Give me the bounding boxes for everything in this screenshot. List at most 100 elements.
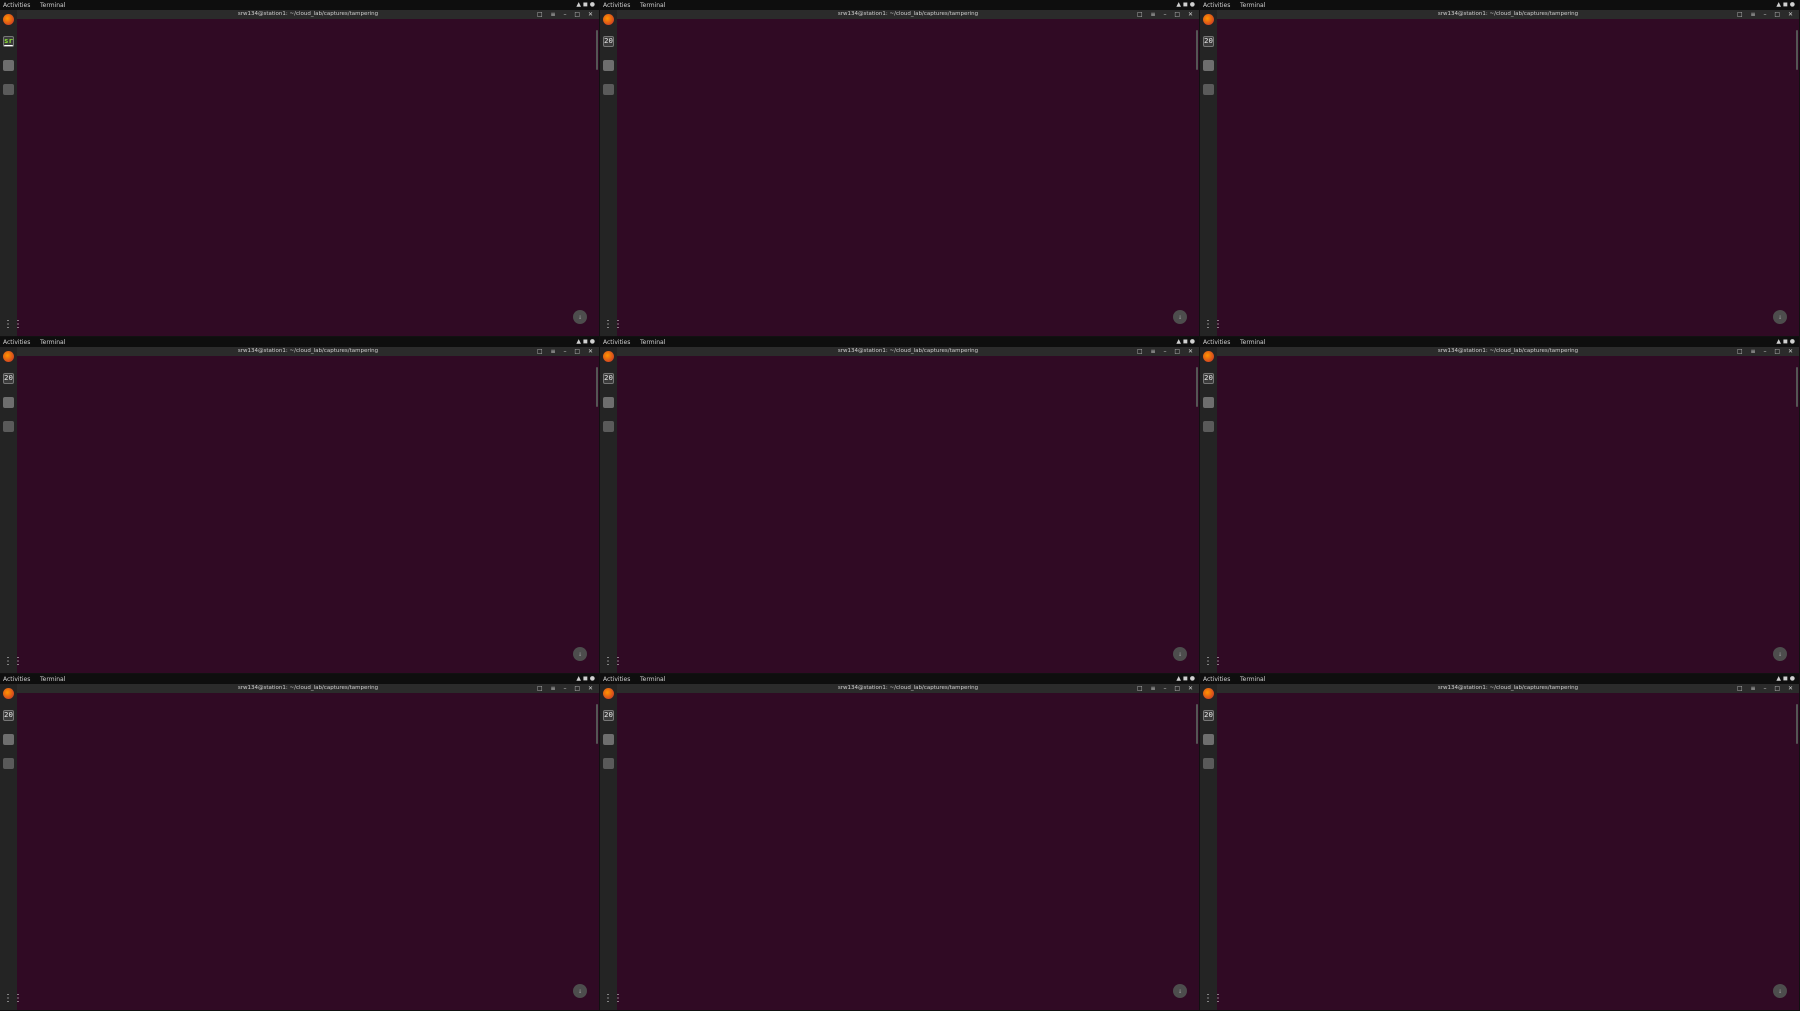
files-icon[interactable] [603,60,614,71]
scrollbar[interactable] [1196,704,1198,744]
trash-icon[interactable] [1203,758,1214,769]
terminal-output[interactable] [1218,358,1793,673]
terminal-output[interactable] [18,358,593,673]
scroll-down-icon[interactable]: ↓ [1173,310,1187,324]
system-tray-icon[interactable]: ▲ ◼ ● [1776,675,1795,682]
firefox-icon[interactable] [1203,688,1214,699]
window-controls[interactable]: □ ≡ – □ ✕ [1737,10,1796,19]
firefox-icon[interactable] [3,14,14,25]
app-menu-terminal[interactable]: Terminal [40,676,65,683]
show-apps-icon[interactable]: ⋮⋮ [3,319,23,330]
scroll-down-icon[interactable]: ↓ [573,647,587,661]
firefox-icon[interactable] [603,688,614,699]
activities-button[interactable]: Activities [1203,339,1230,346]
activities-button[interactable]: Activities [3,676,30,683]
system-tray-icon[interactable]: ▲ ◼ ● [1176,338,1195,345]
terminal-icon[interactable]: 2025-12-08T11:11:16Z UpdateFunctionConfi… [1203,710,1214,721]
files-icon[interactable] [3,734,14,745]
files-icon[interactable] [3,60,14,71]
system-tray-icon[interactable]: ▲ ◼ ● [576,675,595,682]
terminal-output[interactable] [618,695,1193,1010]
app-menu-terminal[interactable]: Terminal [40,2,65,9]
trash-icon[interactable] [1203,421,1214,432]
scrollbar[interactable] [1796,30,1798,70]
firefox-icon[interactable] [1203,14,1214,25]
terminal-icon[interactable]: srw134@station1:~/cloud_lab/captures/tam… [3,36,14,47]
show-apps-icon[interactable]: ⋮⋮ [603,993,623,1004]
scroll-down-icon[interactable]: ↓ [1773,984,1787,998]
files-icon[interactable] [1203,734,1214,745]
scrollbar[interactable] [596,30,598,70]
app-menu-terminal[interactable]: Terminal [1240,676,1265,683]
system-tray-icon[interactable]: ▲ ◼ ● [1776,338,1795,345]
scroll-down-icon[interactable]: ↓ [573,310,587,324]
show-apps-icon[interactable]: ⋮⋮ [1203,656,1223,667]
window-controls[interactable]: □ ≡ – □ ✕ [1137,10,1196,19]
show-apps-icon[interactable]: ⋮⋮ [3,993,23,1004]
terminal-icon[interactable]: 2025-12-08T11:08:38.112Z [INFO] fef6311d… [603,36,614,47]
terminal-output[interactable] [18,21,593,336]
app-menu-terminal[interactable]: Terminal [640,339,665,346]
show-apps-icon[interactable]: ⋮⋮ [1203,319,1223,330]
scroll-down-icon[interactable]: ↓ [1773,647,1787,661]
app-menu-terminal[interactable]: Terminal [1240,339,1265,346]
scroll-down-icon[interactable]: ↓ [1773,310,1787,324]
files-icon[interactable] [1203,397,1214,408]
window-controls[interactable]: □ ≡ – □ ✕ [1137,347,1196,356]
trash-icon[interactable] [3,421,14,432]
terminal-output[interactable] [18,695,593,1010]
system-tray-icon[interactable]: ▲ ◼ ● [1776,1,1795,8]
system-tray-icon[interactable]: ▲ ◼ ● [1176,1,1195,8]
firefox-icon[interactable] [1203,351,1214,362]
show-apps-icon[interactable]: ⋮⋮ [3,656,23,667]
trash-icon[interactable] [3,758,14,769]
trash-icon[interactable] [603,84,614,95]
firefox-icon[interactable] [603,351,614,362]
window-controls[interactable]: □ ≡ – □ ✕ [537,684,596,693]
scroll-down-icon[interactable]: ↓ [1173,984,1187,998]
terminal-icon[interactable]: 2025-12-08T11:10:20.314Z ping Ping event… [1203,36,1214,47]
terminal-icon[interactable]: 2025-12-08T11:10:30.541Z ping Incoming e… [3,373,14,384]
terminal-output[interactable] [1218,21,1793,336]
trash-icon[interactable] [3,84,14,95]
window-controls[interactable]: □ ≡ – □ ✕ [537,347,596,356]
files-icon[interactable] [603,397,614,408]
firefox-icon[interactable] [3,688,14,699]
trash-icon[interactable] [603,758,614,769]
activities-button[interactable]: Activities [3,339,30,346]
terminal-icon[interactable]: 2025-12-08T11:11:16Z UpdateFunctionConfi… [603,710,614,721]
window-controls[interactable]: □ ≡ – □ ✕ [1737,684,1796,693]
files-icon[interactable] [3,397,14,408]
app-menu-terminal[interactable]: Terminal [640,676,665,683]
terminal-icon[interactable]: 2025-12-08T11:12:45Z GetFunctionConfigur… [1203,373,1214,384]
system-tray-icon[interactable]: ▲ ◼ ● [576,338,595,345]
scroll-down-icon[interactable]: ↓ [573,984,587,998]
window-controls[interactable]: □ ≡ – □ ✕ [1737,347,1796,356]
terminal-icon[interactable]: 2025-12-08T11:10:45.907Z ping Ping event… [603,373,614,384]
show-apps-icon[interactable]: ⋮⋮ [603,656,623,667]
scrollbar[interactable] [1796,367,1798,407]
activities-button[interactable]: Activities [603,339,630,346]
firefox-icon[interactable] [603,14,614,25]
scrollbar[interactable] [596,367,598,407]
terminal-output[interactable] [618,358,1193,673]
window-controls[interactable]: □ ≡ – □ ✕ [1137,684,1196,693]
system-tray-icon[interactable]: ▲ ◼ ● [1176,675,1195,682]
scrollbar[interactable] [1796,704,1798,744]
activities-button[interactable]: Activities [603,676,630,683]
trash-icon[interactable] [603,421,614,432]
activities-button[interactable]: Activities [3,2,30,9]
files-icon[interactable] [1203,60,1214,71]
scroll-down-icon[interactable]: ↓ [1173,647,1187,661]
terminal-output[interactable] [1218,695,1793,1010]
activities-button[interactable]: Activities [603,2,630,9]
files-icon[interactable] [603,734,614,745]
scrollbar[interactable] [1196,367,1198,407]
firefox-icon[interactable] [3,351,14,362]
activities-button[interactable]: Activities [1203,676,1230,683]
show-apps-icon[interactable]: ⋮⋮ [1203,993,1223,1004]
activities-button[interactable]: Activities [1203,2,1230,9]
app-menu-terminal[interactable]: Terminal [640,2,665,9]
system-tray-icon[interactable]: ▲ ◼ ● [576,1,595,8]
scrollbar[interactable] [596,704,598,744]
